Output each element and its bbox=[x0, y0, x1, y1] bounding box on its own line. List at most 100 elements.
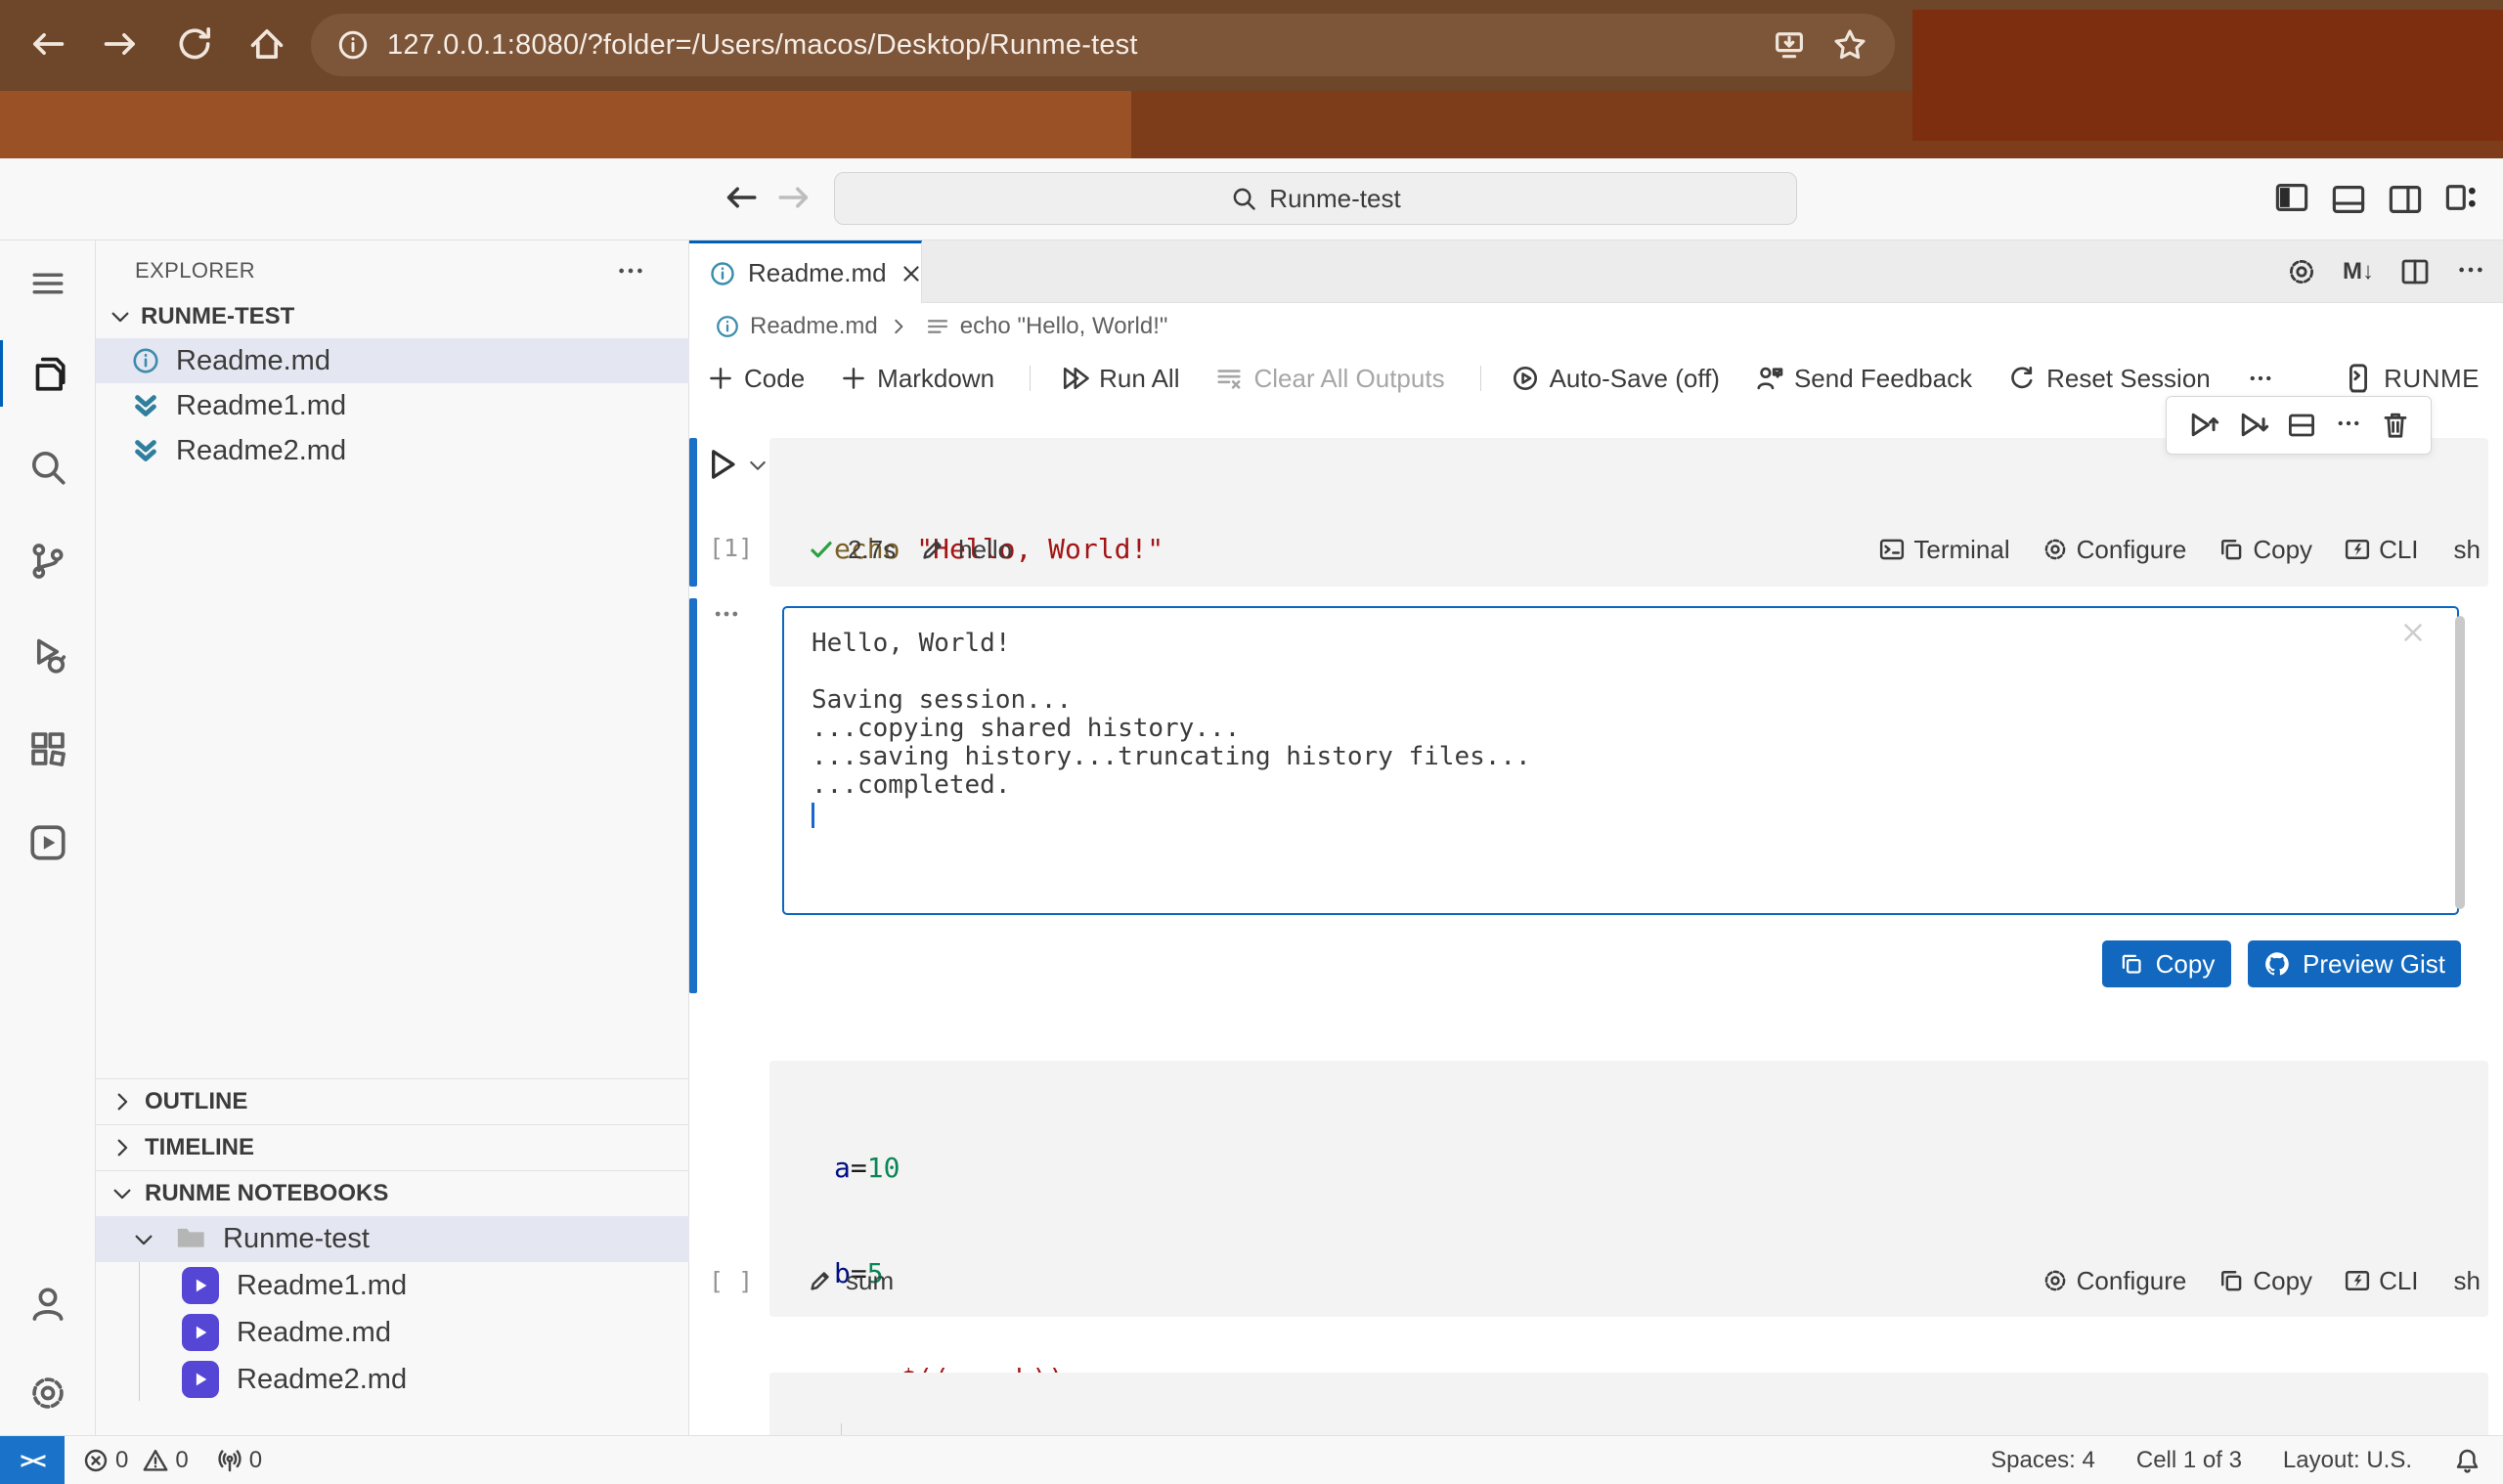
sidebar-item-search[interactable] bbox=[0, 420, 96, 514]
ports-indicator[interactable]: 0 bbox=[216, 1447, 262, 1474]
preview-gist-button[interactable]: Preview Gist bbox=[2248, 940, 2461, 987]
cell-more-icon[interactable] bbox=[2334, 409, 2363, 443]
file-row-readme1[interactable]: Readme1.md bbox=[96, 383, 689, 428]
account-button[interactable] bbox=[0, 1257, 96, 1351]
toolbar-more-icon[interactable] bbox=[2246, 364, 2275, 393]
cli-action[interactable]: CLI bbox=[2344, 1266, 2418, 1296]
terminal-action[interactable]: Terminal bbox=[1878, 535, 2009, 565]
configure-action[interactable]: Configure bbox=[2042, 1266, 2187, 1296]
tab-readme[interactable]: Readme.md bbox=[689, 240, 922, 303]
cell-name[interactable]: hello bbox=[958, 535, 1012, 565]
file-row-readme[interactable]: Readme.md bbox=[96, 338, 689, 383]
notebook-folder-row[interactable]: Runme-test bbox=[96, 1216, 689, 1262]
history-back-button[interactable] bbox=[722, 178, 761, 217]
file-row-readme2[interactable]: Readme2.md bbox=[96, 428, 689, 473]
file-label: Readme2.md bbox=[176, 435, 346, 467]
pencil-icon[interactable] bbox=[919, 536, 946, 563]
run-options-chevron-icon[interactable] bbox=[746, 454, 769, 477]
search-icon bbox=[1230, 185, 1257, 212]
send-feedback-button[interactable]: Send Feedback bbox=[1755, 364, 1972, 394]
browser-forward-button[interactable] bbox=[100, 23, 141, 65]
remote-indicator[interactable]: >< bbox=[0, 1436, 65, 1484]
copy-output-button[interactable]: Copy bbox=[2102, 940, 2231, 987]
install-app-icon[interactable] bbox=[1772, 27, 1807, 63]
pencil-icon[interactable] bbox=[807, 1267, 834, 1294]
breadcrumb-file[interactable]: Readme.md bbox=[750, 313, 878, 340]
output-menu-dots-icon[interactable] bbox=[711, 598, 742, 634]
plus-icon bbox=[840, 365, 867, 392]
runme-markdown-icon bbox=[131, 436, 160, 465]
bookmark-star-icon[interactable] bbox=[1832, 27, 1867, 63]
cell-name[interactable]: sum bbox=[846, 1266, 894, 1296]
toggle-sidebar-icon[interactable] bbox=[2274, 180, 2309, 220]
command-center-search[interactable]: Runme-test bbox=[834, 172, 1797, 225]
sidebar-item-explorer[interactable] bbox=[0, 327, 96, 420]
notebook-play-icon bbox=[182, 1267, 219, 1304]
command-center-label: Runme-test bbox=[1269, 184, 1400, 214]
terminal-output[interactable]: Hello, World! Saving session... ...copyi… bbox=[782, 606, 2459, 915]
browser-reload-button[interactable] bbox=[174, 23, 215, 65]
notebook-row-readme[interactable]: Readme.md bbox=[96, 1309, 689, 1356]
toggle-panel-icon[interactable] bbox=[2331, 182, 2366, 217]
configure-action[interactable]: Configure bbox=[2042, 535, 2187, 565]
reset-session-button[interactable]: Reset Session bbox=[2007, 364, 2211, 394]
sidebar-item-runme-notebooks[interactable] bbox=[0, 796, 96, 890]
sidebar-item-source-control[interactable] bbox=[0, 514, 96, 608]
output-scrollbar[interactable] bbox=[2455, 616, 2465, 909]
execute-below-icon[interactable] bbox=[2236, 409, 2269, 442]
cell-language[interactable]: sh bbox=[2454, 1266, 2481, 1296]
dismiss-output-icon[interactable] bbox=[2398, 618, 2428, 647]
section-runme-notebooks[interactable]: RUNME NOTEBOOKS bbox=[96, 1170, 689, 1216]
section-outline[interactable]: OUTLINE bbox=[96, 1078, 689, 1124]
auto-save-button[interactable]: Auto-Save (off) bbox=[1511, 364, 1720, 394]
close-icon[interactable] bbox=[899, 261, 924, 286]
indent-setting[interactable]: Spaces: 4 bbox=[1991, 1447, 2095, 1474]
run-all-button[interactable]: Run All bbox=[1060, 364, 1179, 394]
problems-indicator[interactable]: 0 0 bbox=[82, 1447, 189, 1474]
account-icon bbox=[27, 1284, 68, 1325]
cell-position[interactable]: Cell 1 of 3 bbox=[2136, 1447, 2242, 1474]
clear-all-outputs-button[interactable]: Clear All Outputs bbox=[1214, 364, 1444, 394]
customize-layout-icon[interactable] bbox=[2444, 180, 2480, 220]
tree-section-runme-test[interactable]: RUNME-TEST bbox=[96, 295, 689, 338]
copy-action[interactable]: Copy bbox=[2218, 535, 2312, 565]
sidebar-item-extensions[interactable] bbox=[0, 702, 96, 796]
output-line: ...copying shared history... bbox=[812, 715, 2430, 743]
browser-home-button[interactable] bbox=[246, 23, 287, 65]
split-editor-icon[interactable] bbox=[2399, 256, 2431, 287]
add-code-button[interactable]: Code bbox=[707, 364, 805, 394]
open-markdown-icon[interactable]: M↓ bbox=[2343, 258, 2374, 285]
toggle-secondary-sidebar-icon[interactable] bbox=[2388, 182, 2423, 217]
run-cell-button[interactable] bbox=[703, 446, 740, 483]
notebook-row-readme2[interactable]: Readme2.md bbox=[96, 1356, 689, 1403]
indent-guide bbox=[841, 1423, 842, 1435]
browser-address-bar[interactable]: 127.0.0.1:8080/?folder=/Users/macos/Desk… bbox=[311, 14, 1895, 76]
cell-3-code[interactable]: greet() { echo "Hello, $1!" bbox=[834, 1386, 1180, 1435]
keyboard-layout[interactable]: Layout: U.S. bbox=[2283, 1447, 2412, 1474]
cli-action[interactable]: CLI bbox=[2344, 535, 2418, 565]
notebook-row-readme1[interactable]: Readme1.md bbox=[96, 1262, 689, 1309]
section-timeline[interactable]: TIMELINE bbox=[96, 1124, 689, 1170]
notebook-settings-gear-icon[interactable] bbox=[2286, 256, 2317, 287]
browser-back-button[interactable] bbox=[27, 23, 68, 65]
add-markdown-button[interactable]: Markdown bbox=[840, 364, 994, 394]
site-info-icon[interactable] bbox=[336, 28, 370, 62]
history-forward-button[interactable] bbox=[774, 178, 813, 217]
split-cell-icon[interactable] bbox=[2286, 410, 2317, 441]
sidebar-item-run-debug[interactable] bbox=[0, 608, 96, 702]
copy-action[interactable]: Copy bbox=[2218, 1266, 2312, 1296]
execute-above-icon[interactable] bbox=[2186, 409, 2219, 442]
url-text[interactable]: 127.0.0.1:8080/?folder=/Users/macos/Desk… bbox=[387, 29, 1138, 62]
breadcrumb-cell[interactable]: echo "Hello, World!" bbox=[960, 313, 1168, 340]
explorer-more-actions-icon[interactable] bbox=[616, 256, 645, 290]
error-icon bbox=[82, 1447, 110, 1474]
menu-hamburger-icon[interactable] bbox=[0, 240, 96, 327]
cell-language[interactable]: sh bbox=[2454, 535, 2481, 565]
list-selection-icon bbox=[925, 314, 950, 339]
delete-cell-icon[interactable] bbox=[2380, 410, 2411, 441]
plus-icon bbox=[707, 365, 734, 392]
more-actions-icon[interactable] bbox=[2456, 255, 2485, 289]
settings-button[interactable] bbox=[0, 1351, 96, 1435]
notifications-bell-icon[interactable] bbox=[2453, 1447, 2481, 1475]
cli-icon bbox=[2344, 1267, 2371, 1294]
